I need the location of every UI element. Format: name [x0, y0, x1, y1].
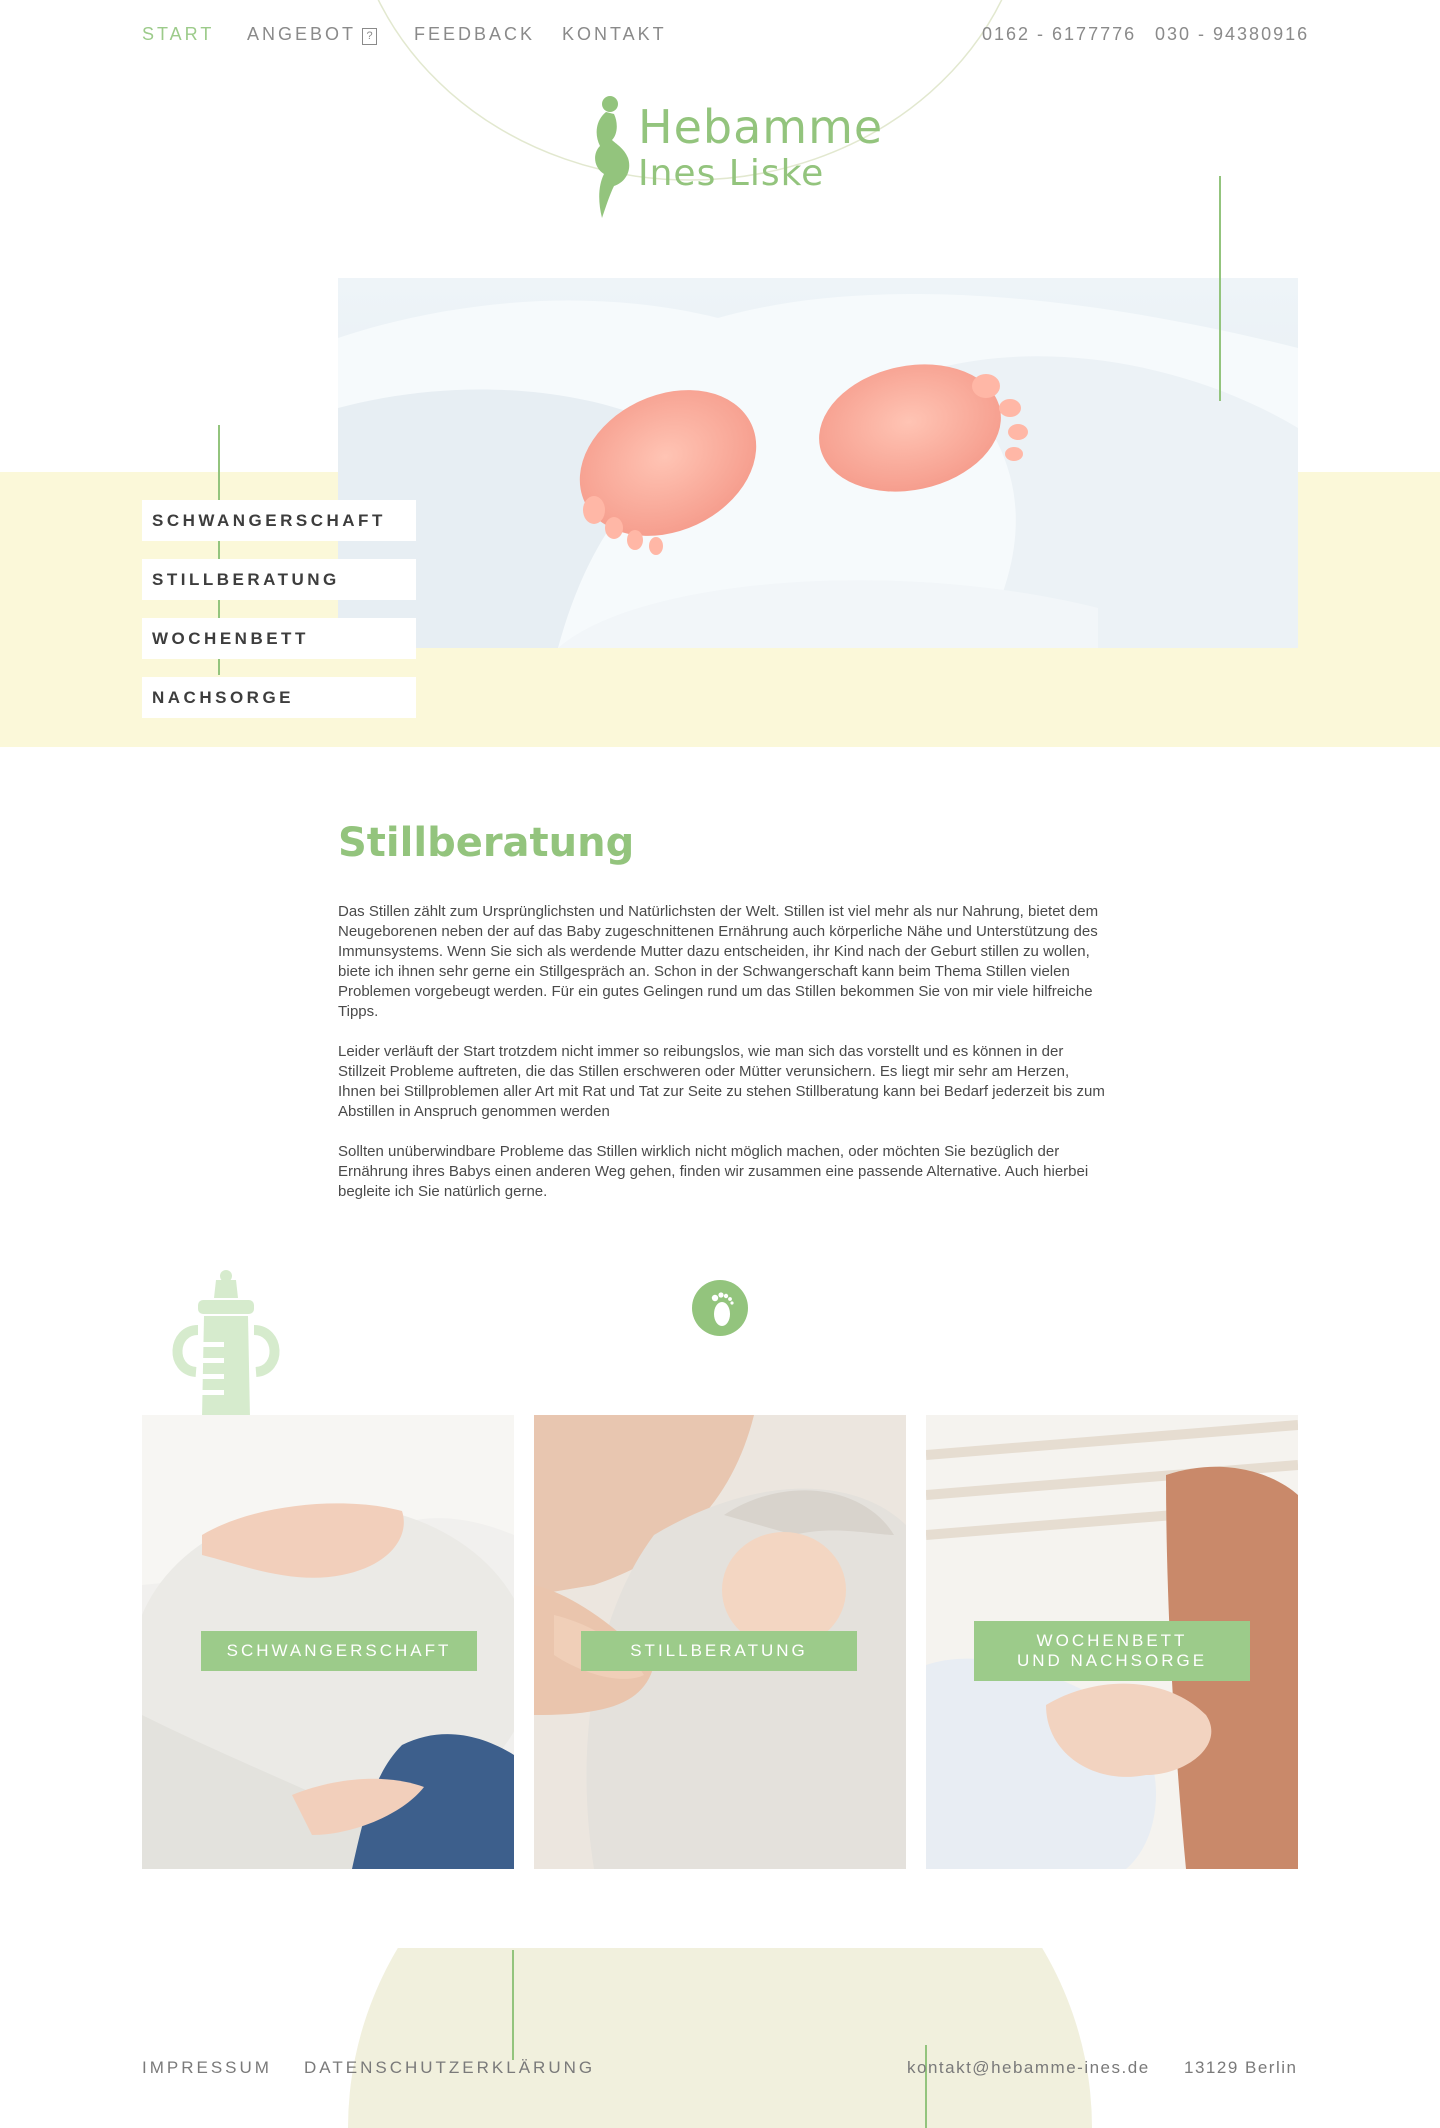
phone-mobile[interactable]: 0162 - 6177776: [982, 24, 1136, 45]
footer-city: 13129 Berlin: [1184, 2058, 1298, 2077]
content-paragraph-1: Das Stillen zählt zum Ursprünglichsten u…: [338, 903, 1099, 1020]
side-menu-stillberatung[interactable]: STILLBERATUNG: [142, 559, 416, 600]
nav-feedback[interactable]: FEEDBACK: [414, 24, 535, 45]
card-wochenbett-label-line2: UND NACHSORGE: [1016, 1651, 1208, 1670]
side-menu-nachsorge[interactable]: NACHSORGE: [142, 677, 416, 718]
nav-start[interactable]: START: [142, 24, 214, 45]
baby-bottle-icon: [172, 1270, 280, 1418]
card-stillberatung[interactable]: STILLBERATUNG: [534, 1415, 906, 1869]
page-title: Stillberatung: [338, 820, 635, 866]
footer-impressum-link[interactable]: IMPRESSUM: [142, 2058, 272, 2078]
hero-accent-line-right: [1219, 176, 1221, 401]
logo-title: Hebamme: [638, 100, 884, 154]
phone-landline[interactable]: 030 - 94380916: [1155, 24, 1309, 45]
card-wochenbett[interactable]: WOCHENBETT UND NACHSORGE: [926, 1415, 1298, 1869]
content-paragraph-3: Sollten unüberwindbare Probleme das Stil…: [338, 1143, 1089, 1200]
footer-email[interactable]: kontakt@hebamme-ines.de: [907, 2058, 1150, 2078]
pregnant-woman-silhouette-icon: [595, 96, 630, 218]
card-stillberatung-label: STILLBERATUNG: [630, 1641, 808, 1660]
card-schwangerschaft[interactable]: SCHWANGERSCHAFT: [142, 1415, 514, 1869]
hero-image-baby-feet: [338, 278, 1298, 648]
nav-angebot[interactable]: ANGEBOT?: [247, 24, 378, 45]
card-wochenbett-button[interactable]: WOCHENBETT UND NACHSORGE: [974, 1621, 1250, 1681]
baby-foot-icon: [692, 1280, 748, 1336]
content-paragraph-2: Leider verläuft der Start trotzdem nicht…: [338, 1043, 1105, 1120]
side-menu-schwangerschaft[interactable]: SCHWANGERSCHAFT: [142, 500, 416, 541]
card-schwangerschaft-button[interactable]: SCHWANGERSCHAFT: [201, 1631, 477, 1671]
card-schwangerschaft-label: SCHWANGERSCHAFT: [226, 1641, 452, 1660]
card-wochenbett-label: WOCHENBETT: [1036, 1631, 1188, 1650]
footer-arc: [348, 1948, 1092, 2128]
nav-kontakt[interactable]: KONTAKT: [562, 24, 667, 45]
dropdown-marker-icon: ?: [362, 28, 378, 45]
side-menu-wochenbett[interactable]: WOCHENBETT: [142, 618, 416, 659]
card-stillberatung-button[interactable]: STILLBERATUNG: [581, 1631, 857, 1671]
footer-datenschutz-link[interactable]: DATENSCHUTZERKLÄRUNG: [304, 2058, 595, 2078]
nav-angebot-label: ANGEBOT: [247, 24, 357, 44]
logo-subtitle: Ines Liske: [638, 153, 825, 194]
footer-accent-line-left: [512, 1950, 514, 2060]
